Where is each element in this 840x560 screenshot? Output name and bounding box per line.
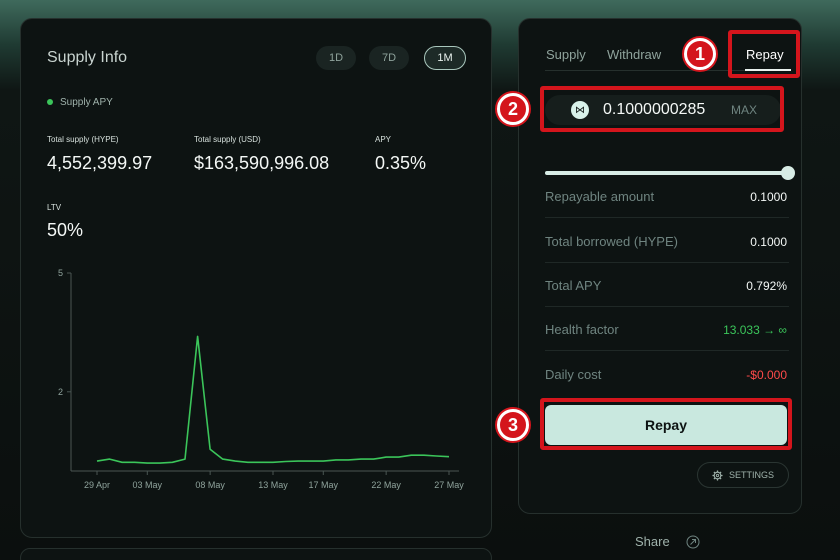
range-7d-button[interactable]: 7D bbox=[369, 46, 409, 70]
share-link[interactable]: Share bbox=[635, 534, 670, 549]
amount-slider-handle[interactable] bbox=[781, 166, 795, 180]
step-marker-1: 1 bbox=[684, 38, 716, 70]
total-supply-usd-label: Total supply (USD) bbox=[194, 135, 261, 144]
settings-label: SETTINGS bbox=[728, 470, 774, 480]
y-tick-label: 5 bbox=[58, 268, 63, 278]
apy-label: APY bbox=[375, 135, 392, 144]
supply-apy-legend-dot bbox=[47, 99, 53, 105]
gear-icon bbox=[712, 469, 723, 481]
x-tick-label: 08 May bbox=[195, 480, 225, 490]
range-1d-button[interactable]: 1D bbox=[316, 46, 356, 70]
step-marker-2: 2 bbox=[497, 93, 529, 125]
amount-slider-track[interactable] bbox=[545, 171, 787, 175]
total-supply-usd-value: $163,590,996.08 bbox=[194, 153, 330, 173]
supply-info-panel: Supply Info 1D 7D 1M Supply APY Total su… bbox=[20, 18, 492, 538]
ltv-value: 50% bbox=[47, 220, 84, 240]
daily-cost-label: Daily cost bbox=[545, 367, 602, 382]
settings-button[interactable]: SETTINGS bbox=[697, 462, 789, 488]
share-icon[interactable] bbox=[686, 535, 700, 549]
row-divider bbox=[545, 350, 789, 351]
row-divider bbox=[545, 306, 789, 307]
highlight-repay-button bbox=[540, 398, 792, 450]
total-apy-label: Total APY bbox=[545, 278, 602, 293]
x-tick-label: 03 May bbox=[133, 480, 163, 490]
total-supply-hype-label: Total supply (HYPE) bbox=[47, 135, 119, 144]
x-tick-label: 27 May bbox=[434, 480, 464, 490]
supply-apy-chart: 5 2 29 Apr 03 May 08 May 13 May 17 May 22 May 27… bbox=[58, 268, 464, 490]
health-factor-label: Health factor bbox=[545, 322, 619, 337]
step-marker-3: 3 bbox=[497, 409, 529, 441]
x-tick-label: 17 May bbox=[309, 480, 339, 490]
x-tick-label: 29 Apr bbox=[84, 480, 110, 490]
daily-cost-value: -$0.000 bbox=[746, 368, 787, 382]
repayable-amount-label: Repayable amount bbox=[545, 189, 655, 204]
total-borrowed-value: 0.1000 bbox=[750, 235, 787, 249]
total-supply-hype-value: 4,552,399.97 bbox=[47, 153, 153, 173]
bottom-panel-edge bbox=[20, 548, 492, 560]
row-divider bbox=[545, 217, 789, 218]
row-divider bbox=[545, 262, 789, 263]
ltv-label: LTV bbox=[47, 203, 62, 212]
x-tick-label: 22 May bbox=[371, 480, 401, 490]
highlight-amount-field bbox=[540, 86, 784, 132]
supply-apy-legend: Supply APY bbox=[60, 97, 113, 108]
apy-value: 0.35% bbox=[375, 153, 427, 173]
supply-apy-series-line bbox=[96, 335, 450, 464]
highlight-repay-tab bbox=[728, 30, 800, 78]
repayable-amount-value: 0.1000 bbox=[750, 190, 787, 204]
x-tick-label: 13 May bbox=[258, 480, 288, 490]
supply-info-title: Supply Info bbox=[47, 49, 128, 66]
total-borrowed-label: Total borrowed (HYPE) bbox=[545, 234, 678, 249]
health-factor-value: 13.033 → ∞ bbox=[723, 323, 787, 337]
tab-withdraw[interactable]: Withdraw bbox=[607, 47, 661, 62]
tab-supply[interactable]: Supply bbox=[546, 47, 586, 62]
range-1m-button[interactable]: 1M bbox=[424, 46, 466, 70]
total-apy-value: 0.792% bbox=[746, 279, 787, 293]
y-tick-label: 2 bbox=[58, 387, 63, 397]
